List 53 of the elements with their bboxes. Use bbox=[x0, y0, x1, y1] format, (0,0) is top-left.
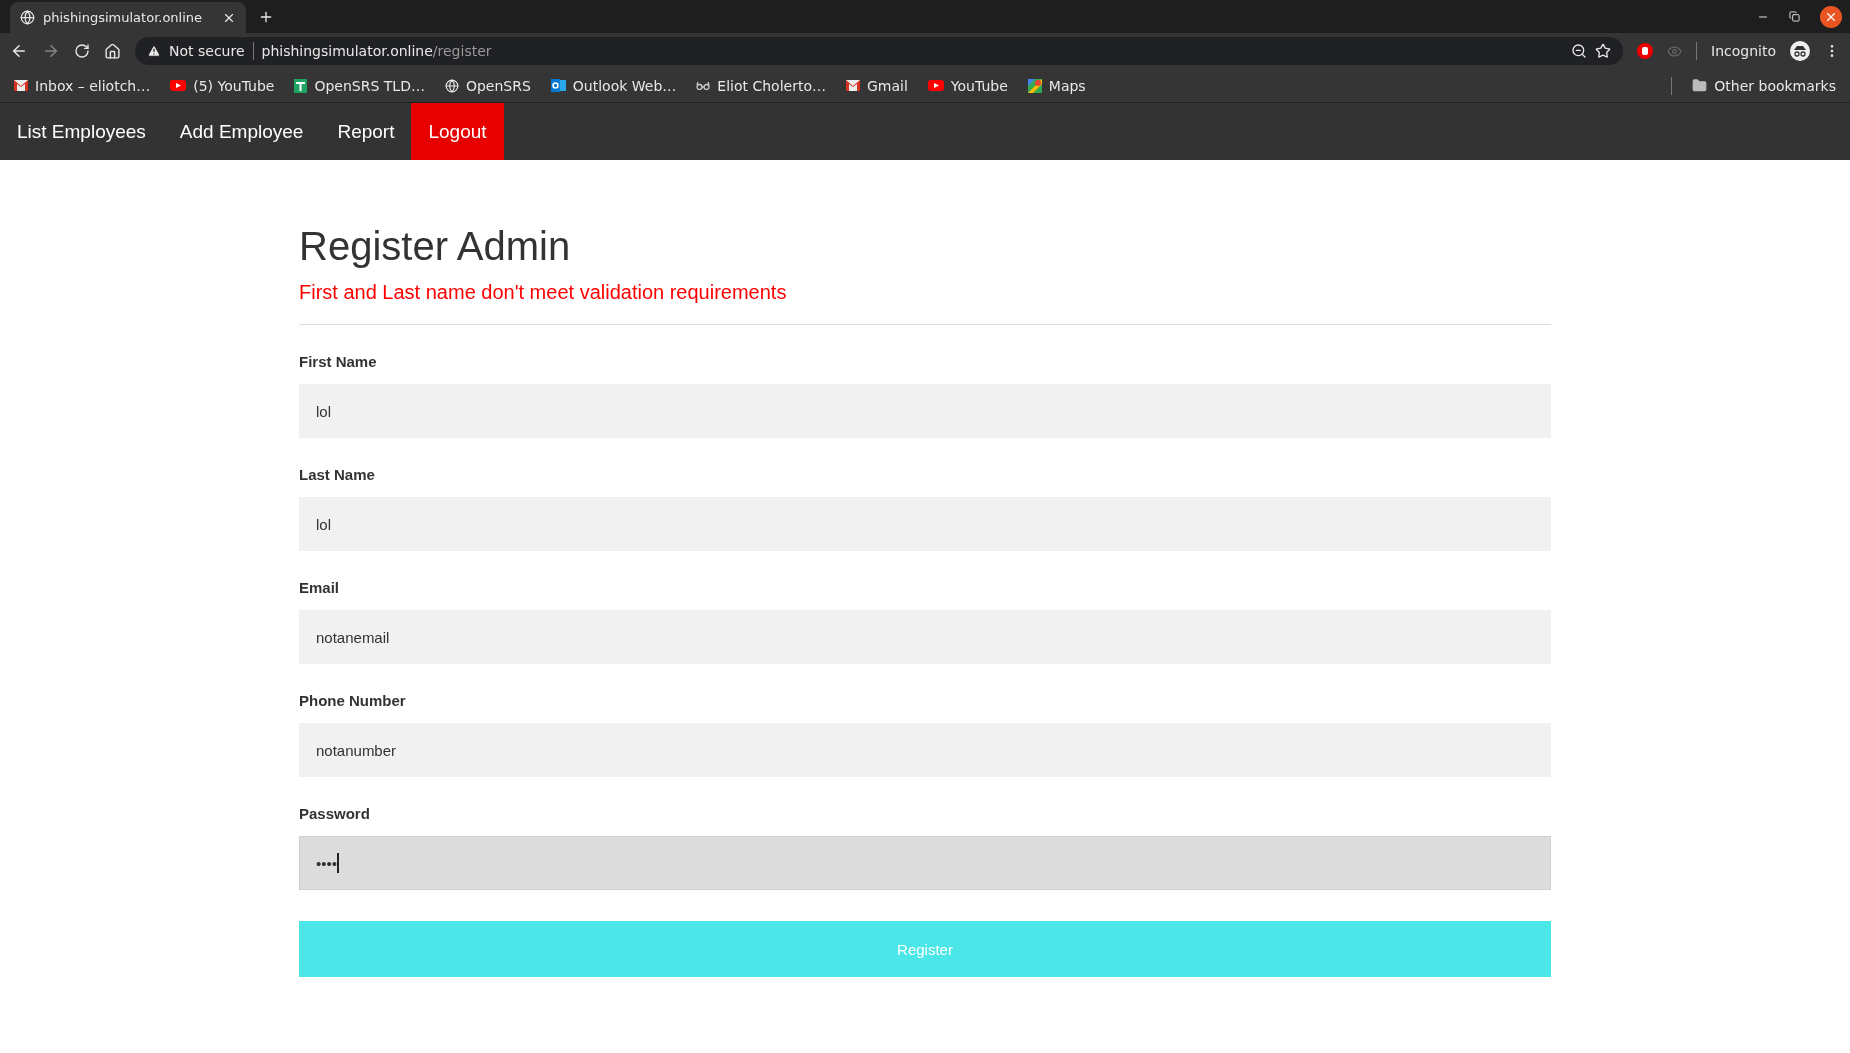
close-window-button[interactable] bbox=[1820, 5, 1842, 28]
input-field[interactable]: •••• bbox=[299, 836, 1551, 890]
field-label: Phone Number bbox=[299, 692, 407, 709]
error-message: First and Last name don't meet validation requirements bbox=[299, 281, 788, 304]
bookmark-link[interactable]: Outlook Web… bbox=[550, 77, 677, 94]
home-icon[interactable] bbox=[104, 42, 121, 60]
bookmark-link[interactable]: Gmail bbox=[846, 77, 908, 94]
field-label: Email bbox=[299, 579, 341, 596]
input-field[interactable]: lol bbox=[299, 384, 1551, 438]
mail-icon bbox=[846, 80, 860, 91]
globe-icon bbox=[20, 10, 35, 25]
restore-icon[interactable] bbox=[1789, 11, 1800, 22]
security-label: Not secure bbox=[169, 43, 245, 59]
bookmark-link[interactable]: Eliot Cholerto… bbox=[696, 77, 826, 94]
input-field[interactable]: lol bbox=[299, 497, 1551, 551]
bookmark-link[interactable]: Inbox – eliotch… bbox=[14, 77, 151, 94]
map-pin-icon bbox=[1027, 78, 1042, 93]
incognito-icon[interactable] bbox=[1790, 41, 1810, 61]
zoom-icon[interactable] bbox=[1571, 43, 1588, 59]
bookmark-link[interactable]: (5) YouTube bbox=[170, 77, 275, 94]
url-text: phishingsimulator.online/register bbox=[261, 43, 492, 59]
mail-icon bbox=[550, 79, 566, 92]
glasses-icon bbox=[696, 81, 711, 90]
input-field[interactable]: notanemail bbox=[299, 610, 1551, 664]
bookmark-link[interactable]: OpenSRS bbox=[444, 77, 531, 94]
nav-link[interactable]: Add Employee bbox=[162, 103, 321, 160]
bookmark-link[interactable]: YouTube bbox=[927, 77, 1008, 94]
play-icon bbox=[170, 80, 187, 91]
nav-link[interactable]: Logout bbox=[411, 103, 504, 160]
bookmark-link[interactable]: Maps bbox=[1027, 77, 1086, 94]
address-bar[interactable]: Not secure phishingsimulator.online/register bbox=[135, 37, 1624, 65]
play-icon bbox=[927, 80, 944, 91]
mail-icon bbox=[14, 80, 28, 91]
other-bookmarks-link[interactable]: Other bookmarks bbox=[1692, 77, 1836, 94]
bookmark-star-icon[interactable] bbox=[1595, 43, 1612, 59]
field-label: Last Name bbox=[299, 466, 376, 483]
globe-icon bbox=[444, 78, 459, 93]
field-label: Password bbox=[299, 805, 371, 822]
new-tab-icon[interactable] bbox=[258, 9, 274, 25]
nav-link[interactable]: List Employees bbox=[0, 103, 163, 160]
reload-icon[interactable] bbox=[74, 43, 90, 59]
warning-icon bbox=[147, 44, 161, 58]
page-title: Register Admin bbox=[299, 224, 572, 269]
bookmark-link[interactable]: OpenSRS TLD… bbox=[294, 77, 425, 94]
back-icon[interactable] bbox=[10, 42, 28, 60]
forward-icon[interactable] bbox=[42, 42, 60, 60]
nav-link[interactable]: Report bbox=[320, 103, 412, 160]
profile-label: Incognito bbox=[1711, 43, 1776, 59]
sheet-icon bbox=[294, 78, 308, 93]
browser-tab[interactable]: phishingsimulator.online bbox=[10, 2, 246, 33]
input-field[interactable]: notanumber bbox=[299, 723, 1551, 777]
field-label: First Name bbox=[299, 353, 378, 370]
folder-icon bbox=[1692, 78, 1708, 93]
